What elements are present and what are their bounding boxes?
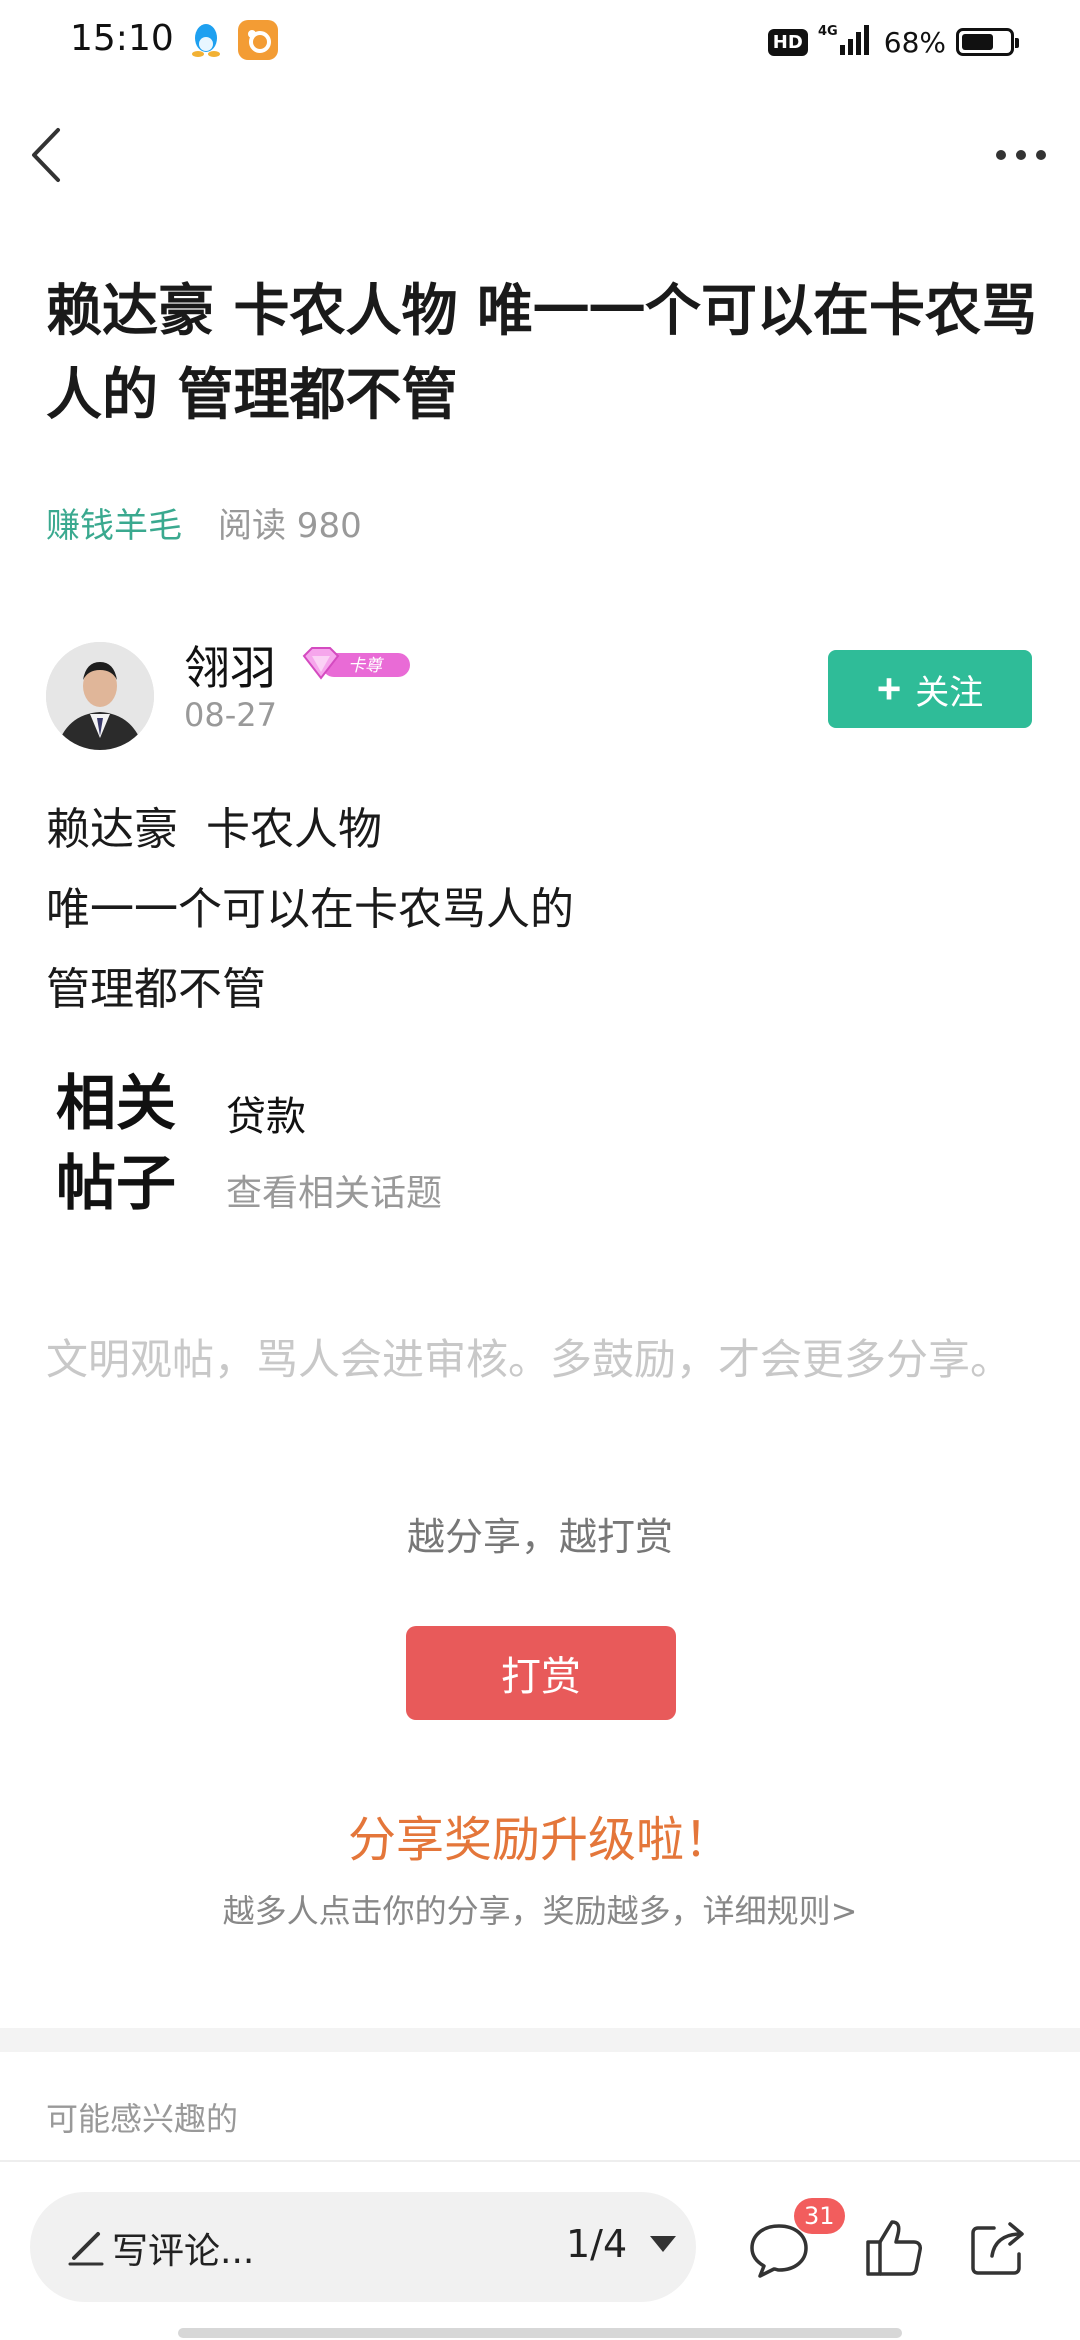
home-indicator[interactable] (178, 2328, 902, 2338)
signal-icon: 4G (818, 21, 874, 64)
avatar[interactable] (46, 642, 154, 750)
author-name[interactable]: 翎羽 (184, 632, 276, 698)
related-label-line: 相关 (56, 1069, 176, 1139)
pencil-icon (64, 2224, 108, 2268)
vip-badge-label: 卡尊 (348, 656, 384, 676)
topic-link[interactable]: 赚钱羊毛 (46, 498, 182, 547)
divider (0, 2160, 1080, 2162)
comment-count-badge: 31 (794, 2198, 845, 2234)
uc-browser-icon (238, 20, 278, 60)
related-tag[interactable]: 贷款 (226, 1084, 306, 1142)
battery-level (962, 34, 993, 50)
post-meta: 赚钱羊毛 阅读 980 (46, 498, 362, 547)
share-reward-title: 分享奖励升级啦！ (347, 1812, 732, 1868)
caret-down-icon[interactable] (650, 2236, 676, 2252)
status-indicators: HD 4G 68% (767, 20, 1019, 64)
status-time: 15:10 (70, 18, 174, 59)
related-label-line: 帖子 (56, 1149, 176, 1219)
read-count: 阅读 980 (218, 506, 362, 546)
post-title: 赖达豪 卡农人物 唯一一个可以在卡农骂人的 管理都不管 (46, 279, 1037, 428)
related-posts-label: 相关 帖子 (56, 1064, 176, 1224)
page-indicator[interactable]: 1/4 (566, 2222, 627, 2266)
status-bar: 15:10 HD 4G 68% (0, 0, 1080, 84)
post-date: 08-27 (184, 696, 277, 734)
share-rules-link[interactable]: 越多人点击你的分享，奖励越多，详细规则> (0, 1886, 1080, 1932)
hd-badge: HD (767, 28, 808, 56)
comment-placeholder: 写评论... (112, 2231, 255, 2272)
battery-icon (956, 28, 1019, 56)
follow-button[interactable]: + 关注 (828, 650, 1032, 728)
qq-penguin-icon (186, 20, 226, 60)
thumbs-up-icon[interactable] (858, 2212, 928, 2282)
battery-percent: 68% (883, 25, 946, 59)
section-divider (0, 2028, 1080, 2052)
plus-icon: + (876, 665, 902, 712)
follow-label: 关注 (915, 673, 984, 712)
tip-prompt: 越分享，越打赏 (406, 1515, 673, 1559)
svg-text:4G: 4G (818, 24, 838, 39)
post-body-line: 管理都不管 (46, 964, 266, 1015)
interest-section-title: 可能感兴趣的 (46, 2100, 239, 2138)
post-body-line: 赖达豪 卡农人物 (46, 804, 382, 855)
civility-note: 文明观帖，骂人会进审核。多鼓励，才会更多分享。 (46, 1335, 1013, 1384)
post-body: 赖达豪 卡农人物 唯一一个可以在卡农骂人的 管理都不管 (46, 790, 574, 1030)
more-dots-icon[interactable] (986, 130, 1056, 180)
vip-badge: 卡尊 (300, 644, 414, 684)
post-body-line: 唯一一个可以在卡农骂人的 (46, 884, 574, 935)
related-topics-link[interactable]: 查看相关话题 (226, 1164, 442, 1216)
back-arrow-icon[interactable] (24, 120, 74, 190)
share-icon[interactable] (964, 2212, 1034, 2282)
tip-button[interactable]: 打赏 (406, 1626, 676, 1720)
comment-input[interactable]: 写评论... 1/4 (30, 2192, 696, 2302)
